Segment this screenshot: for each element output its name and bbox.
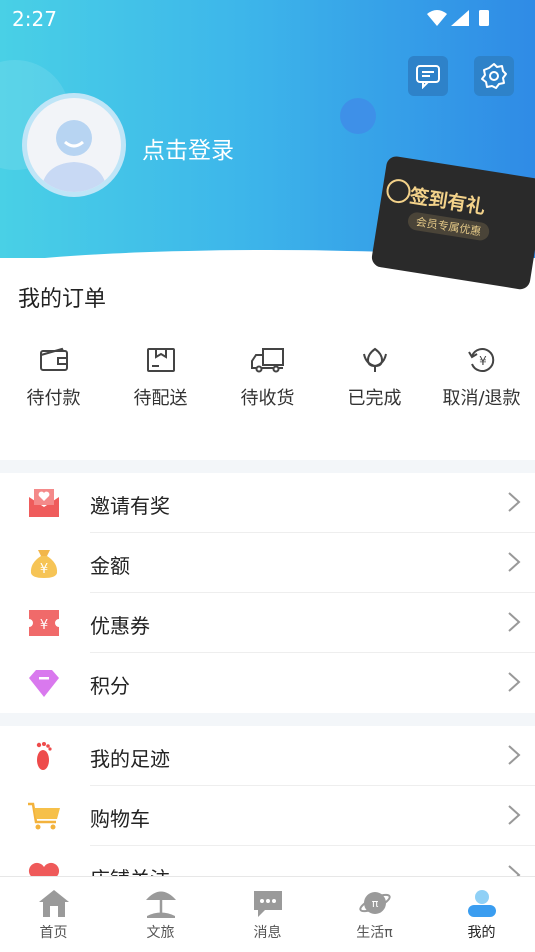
signal-icon [451, 10, 469, 26]
menu-label: 积分 [90, 674, 130, 698]
menu-coupons[interactable]: ¥ 优惠券 [0, 593, 535, 653]
footprint-icon [36, 742, 52, 770]
chat-icon [416, 65, 440, 89]
package-icon [146, 348, 175, 372]
coupon-icon: ¥ [29, 610, 59, 636]
order-label: 待付款 [26, 388, 81, 409]
person-icon [467, 890, 496, 917]
menu-label: 我的足迹 [90, 747, 170, 771]
avatar[interactable] [22, 93, 126, 197]
order-pending-receipt[interactable]: 待收货 [214, 340, 321, 410]
settings-button[interactable] [474, 56, 514, 96]
status-time: 2:27 [12, 7, 57, 31]
status-icons [425, 8, 495, 35]
message-button[interactable] [408, 56, 448, 96]
chevron-right-icon [508, 745, 521, 765]
wifi-icon [427, 10, 447, 26]
envelope-heart-icon [29, 489, 59, 517]
order-pending-payment[interactable]: 待付款 [0, 340, 107, 410]
signin-reward-card[interactable]: 签到有礼 会员专属优惠 [370, 155, 535, 291]
truck-icon [250, 348, 284, 373]
order-label: 待配送 [133, 388, 188, 409]
message-icon [253, 891, 282, 917]
cart-icon [28, 802, 60, 830]
login-link[interactable]: 点击登录 [142, 131, 234, 165]
tab-label: 首页 [39, 925, 68, 941]
tab-label: 我的 [467, 925, 496, 941]
status-bar: 2:27 [0, 0, 535, 36]
svg-text:π: π [371, 897, 378, 910]
chevron-right-icon [508, 492, 521, 512]
section-divider [0, 713, 535, 726]
decor-bubble [340, 98, 376, 134]
svg-text:¥: ¥ [40, 562, 48, 577]
menu-points[interactable]: 积分 [0, 653, 535, 713]
orders-title: 我的订单 [18, 287, 107, 312]
bottom-tab-bar: 首页 文旅 消息 π 生活π 我的 [0, 876, 535, 952]
menu-balance[interactable]: ¥ 金额 [0, 533, 535, 593]
chevron-right-icon [508, 805, 521, 825]
gear-icon [481, 63, 507, 89]
chevron-right-icon [508, 552, 521, 572]
home-icon [38, 890, 69, 917]
diamond-icon [29, 670, 59, 697]
menu-label: 金额 [90, 554, 130, 578]
tab-label: 消息 [253, 925, 282, 941]
battery-icon [479, 10, 489, 26]
order-completed[interactable]: 已完成 [321, 340, 428, 410]
wallet-icon [39, 347, 68, 371]
menu-footprints[interactable]: 我的足迹 [0, 726, 535, 786]
menu-invite-rewards[interactable]: 邀请有奖 [0, 473, 535, 533]
menu-label: 购物车 [90, 807, 150, 831]
avatar-image [27, 98, 121, 192]
tab-label: 文旅 [146, 925, 175, 941]
order-label: 取消/退款 [442, 388, 521, 409]
orders-shortcuts: 待付款 待配送 待收货 已完成 ¥ 取消/退款 [0, 340, 535, 430]
tab-life[interactable]: π 生活π [321, 877, 428, 952]
order-label: 已完成 [347, 388, 402, 409]
order-pending-delivery[interactable]: 待配送 [107, 340, 214, 410]
tab-messages[interactable]: 消息 [214, 877, 321, 952]
planet-icon: π [358, 892, 391, 914]
menu-label: 邀请有奖 [90, 494, 170, 518]
flower-icon [362, 347, 387, 372]
default-user-icon [41, 120, 107, 192]
section-divider [0, 460, 535, 473]
svg-text:¥: ¥ [479, 354, 487, 368]
menu-cart[interactable]: 购物车 [0, 786, 535, 846]
money-bag-icon: ¥ [30, 550, 58, 578]
order-label: 待收货 [240, 388, 295, 409]
svg-text:¥: ¥ [40, 618, 48, 633]
beach-umbrella-icon [145, 891, 176, 918]
chevron-right-icon [508, 612, 521, 632]
chevron-right-icon [508, 672, 521, 692]
refund-icon: ¥ [467, 348, 494, 372]
tab-label: 生活π [356, 925, 393, 941]
order-refund[interactable]: ¥ 取消/退款 [428, 340, 535, 410]
menu-label: 优惠券 [90, 614, 150, 638]
tab-culture-travel[interactable]: 文旅 [107, 877, 214, 952]
tab-home[interactable]: 首页 [0, 877, 107, 952]
tab-mine[interactable]: 我的 [428, 877, 535, 952]
